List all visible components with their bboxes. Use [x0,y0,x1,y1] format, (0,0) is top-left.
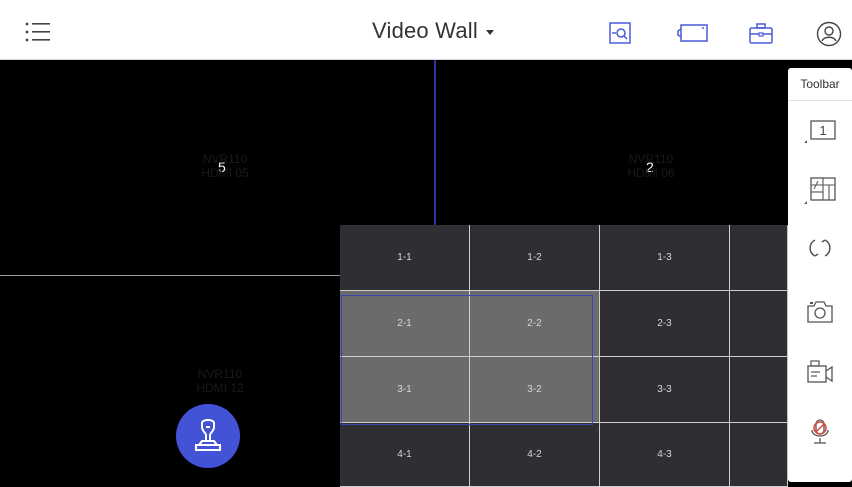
snapshot-button[interactable] [800,294,840,330]
ptz-joystick-button[interactable] [176,404,240,468]
tile-source: NVR110 HDMI 12 [175,367,265,395]
joystick-icon [195,419,221,451]
screen-icon[interactable] [677,22,709,44]
top-bar: Video Wall [0,0,852,60]
single-layout-button[interactable]: 1 [800,114,840,150]
briefcase-icon[interactable] [748,22,774,46]
chevron-down-icon [485,29,494,35]
record-button[interactable] [800,354,840,390]
title-dropdown[interactable]: Video Wall [372,18,494,44]
menu-icon[interactable] [24,20,52,44]
multi-layout-button[interactable] [800,172,840,208]
grid-cell[interactable] [730,225,788,291]
grid-cell[interactable]: 3-3 [600,357,730,423]
layout-count: 1 [819,123,826,138]
grid-cell[interactable]: 4-1 [340,423,470,487]
app-root: Video Wall 5 NVR110 HDMI 05 2 NVR110 HDM… [0,0,852,487]
page-title: Video Wall [372,18,478,43]
tile-source-channel: HDMI 05 [201,166,249,180]
mic-off-button[interactable] [800,414,840,450]
tile-source-name: NVR110 [197,367,243,381]
single-layout-icon: 1 [804,120,836,143]
grid-cell[interactable]: 4-2 [470,423,600,487]
grid-cell-selected[interactable]: 3-1 [340,357,470,423]
refresh-button[interactable] [800,230,840,266]
grid-cell-selected[interactable]: 3-2 [470,357,600,423]
toolbar-panel: Toolbar 1 [788,68,852,482]
grid-cell[interactable]: 1-2 [470,225,600,291]
grid-cell[interactable] [730,357,788,423]
user-icon[interactable] [815,20,843,48]
tile-source-name: NVR110 [628,152,674,166]
tile-source-channel: HDMI 12 [196,381,244,395]
camera-icon [807,301,833,323]
tile-source: NVR110 HDMI 05 [180,152,270,180]
grid-cell-selected[interactable]: 2-2 [470,291,600,357]
grid-cell[interactable]: 1-3 [600,225,730,291]
tile-source-name: NVR110 [202,152,248,166]
grid-cell[interactable] [730,291,788,357]
multi-layout-icon [804,177,836,204]
tile-source: NVR110 HDMI 06 [606,152,696,180]
refresh-icon [809,239,831,257]
grid-cell[interactable] [730,423,788,487]
grid-cell[interactable]: 4-3 [600,423,730,487]
grid-cell[interactable]: 2-3 [600,291,730,357]
toolbar-title: Toolbar [788,68,852,101]
wall-layout-grid: 1-1 1-2 1-3 2-1 2-2 2-3 3-1 3-2 3-3 4-1 … [340,225,788,487]
mic-off-icon [811,419,829,444]
grid-cell[interactable]: 1-1 [340,225,470,291]
grid-cell-selected[interactable]: 2-1 [340,291,470,357]
search-screen-icon[interactable] [607,20,633,46]
record-icon [807,360,833,383]
tile-source-channel: HDMI 06 [627,166,675,180]
